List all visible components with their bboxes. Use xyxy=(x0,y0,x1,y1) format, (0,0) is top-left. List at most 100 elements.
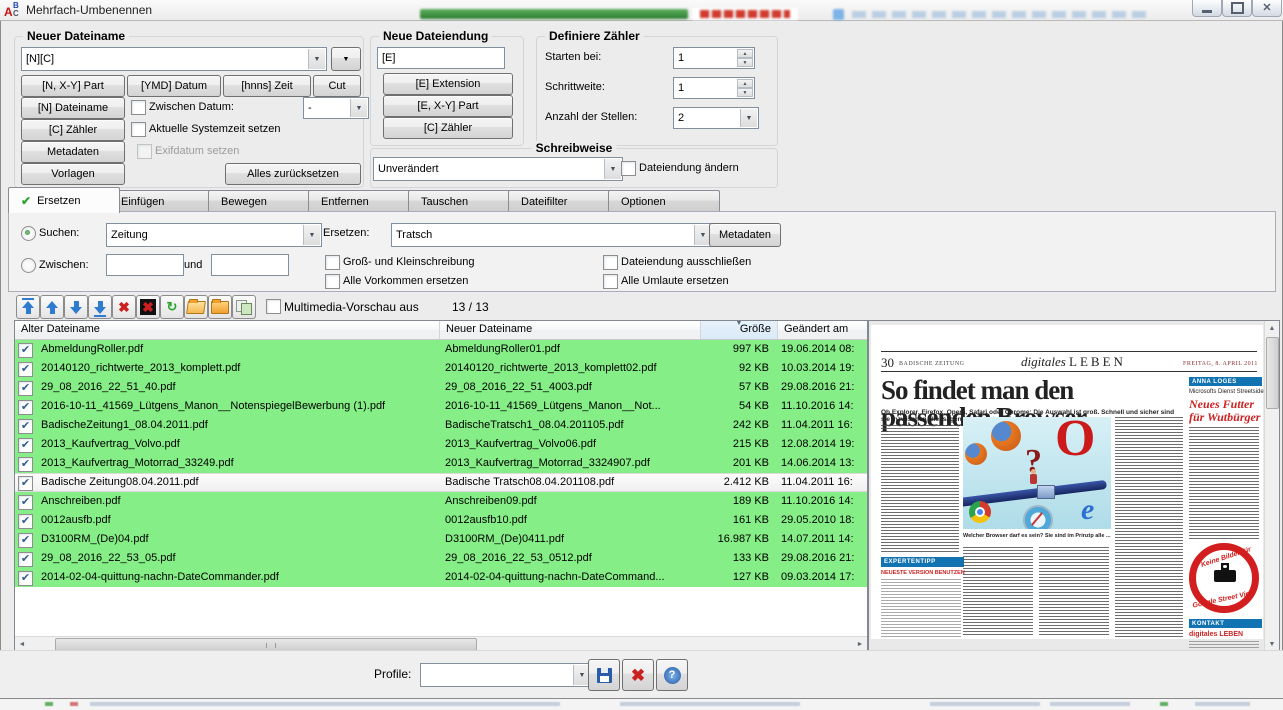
copy-button[interactable] xyxy=(232,295,256,319)
zwischen-bis-input[interactable] xyxy=(211,254,289,276)
extension-part-button[interactable]: [E, X-Y] Part xyxy=(383,95,513,117)
row-checkbox[interactable] xyxy=(18,362,33,377)
step-value-spinner[interactable]: 1▲▼ xyxy=(673,77,755,99)
schreibweise-combobox[interactable]: Unverändert▼ xyxy=(373,157,623,181)
scroll-left-icon[interactable]: ◄ xyxy=(15,637,29,651)
extension-zaehler-button[interactable]: [C] Zähler xyxy=(383,117,513,139)
remove-button[interactable]: ✖ xyxy=(112,295,136,319)
tab-dateifilter[interactable]: Dateifilter xyxy=(508,190,620,212)
zwischen-radio[interactable] xyxy=(21,258,36,273)
chevron-down-icon[interactable]: ▼ xyxy=(303,225,320,245)
zaehler-button[interactable]: [C] Zähler xyxy=(21,119,125,141)
zeit-button[interactable]: [hnns] Zeit xyxy=(223,75,311,97)
table-row[interactable]: 2014-02-04-quittung-nachn-DateCommander.… xyxy=(15,568,867,587)
close-button[interactable]: ✕ xyxy=(1252,0,1282,17)
row-checkbox[interactable] xyxy=(18,457,33,472)
row-checkbox[interactable] xyxy=(18,533,33,548)
row-checkbox[interactable] xyxy=(18,438,33,453)
table-row[interactable]: 2013_Kaufvertrag_Volvo.pdf 2013_Kaufvert… xyxy=(15,435,867,454)
extension-pattern-input[interactable]: [E] xyxy=(377,47,505,69)
move-up-button[interactable] xyxy=(40,295,64,319)
date-separator-combobox[interactable]: -▼ xyxy=(303,97,369,119)
digits-combobox[interactable]: 2▼ xyxy=(673,107,759,129)
tab-ersetzen[interactable]: ✔Ersetzen xyxy=(8,187,120,213)
remove-all-button[interactable]: ✖ xyxy=(136,295,160,319)
delete-profile-button[interactable]: ✖ xyxy=(622,659,654,691)
column-header-geaendert-am[interactable]: Geändert am xyxy=(778,321,867,339)
row-checkbox[interactable] xyxy=(18,495,33,510)
table-row[interactable]: 29_08_2016_22_51_40.pdf 29_08_2016_22_51… xyxy=(15,378,867,397)
dateiname-button[interactable]: [N] Dateiname xyxy=(21,97,125,119)
zwischen-datum-checkbox[interactable] xyxy=(131,100,146,115)
chevron-down-icon[interactable]: ▼ xyxy=(740,109,757,127)
spin-up-icon[interactable]: ▲ xyxy=(737,79,753,88)
vorlagen-button[interactable]: Vorlagen xyxy=(21,163,125,185)
chevron-down-icon[interactable]: ▼ xyxy=(350,99,367,117)
dateiendung-ausschliessen-checkbox[interactable] xyxy=(603,255,618,270)
suchen-radio[interactable] xyxy=(21,226,36,241)
table-row[interactable]: 2016-10-11_41569_Lütgens_Manon__Notenspi… xyxy=(15,397,867,416)
save-profile-button[interactable] xyxy=(588,659,620,691)
table-row[interactable]: Anschreiben.pdf Anschreiben09.pdf 189 KB… xyxy=(15,492,867,511)
part-button[interactable]: [N, X-Y] Part xyxy=(21,75,125,97)
help-button[interactable]: ? xyxy=(656,659,688,691)
refresh-button[interactable]: ↻ xyxy=(160,295,184,319)
table-horizontal-scrollbar[interactable]: ◄ ► xyxy=(15,636,867,651)
column-header-groesse[interactable]: ▼Größe xyxy=(701,321,778,339)
tab-bewegen[interactable]: Bewegen xyxy=(208,190,320,212)
table-row[interactable]: BadischeZeitung1_08.04.2011.pdf Badische… xyxy=(15,416,867,435)
row-checkbox[interactable] xyxy=(18,571,33,586)
gross-klein-checkbox[interactable] xyxy=(325,255,340,270)
suchen-combobox[interactable]: Zeitung▼ xyxy=(106,223,322,247)
row-checkbox[interactable] xyxy=(18,476,33,491)
start-value-spinner[interactable]: 1▲▼ xyxy=(673,47,755,69)
datum-button[interactable]: [YMD] Datum xyxy=(127,75,221,97)
systemzeit-checkbox[interactable] xyxy=(131,122,146,137)
scrollbar-thumb[interactable] xyxy=(1266,337,1279,409)
table-row[interactable]: D3100RM_(De)04.pdf D3100RM_(De)0411.pdf … xyxy=(15,530,867,549)
column-header-neuer-dateiname[interactable]: Neuer Dateiname xyxy=(440,321,701,339)
row-checkbox[interactable] xyxy=(18,419,33,434)
cut-button[interactable]: Cut xyxy=(313,75,361,97)
table-row[interactable]: 20140120_richtwerte_2013_komplett.pdf 20… xyxy=(15,359,867,378)
chevron-down-icon[interactable]: ▼ xyxy=(308,49,325,69)
row-checkbox[interactable] xyxy=(18,514,33,529)
alle-umlaute-checkbox[interactable] xyxy=(603,274,618,289)
spinner-arrows[interactable]: ▲▼ xyxy=(737,79,753,97)
tab-einfuegen[interactable]: Einfügen xyxy=(108,190,220,212)
alle-vorkommen-checkbox[interactable] xyxy=(325,274,340,289)
profile-combobox[interactable]: ▼ xyxy=(420,663,592,687)
alles-zuruecksetzen-button[interactable]: Alles zurücksetzen xyxy=(225,163,361,185)
add-folder-button[interactable] xyxy=(208,295,232,319)
table-row[interactable]: AbmeldungRoller.pdf AbmeldungRoller01.pd… xyxy=(15,340,867,359)
open-folder-button[interactable] xyxy=(184,295,208,319)
pattern-menu-button[interactable]: ▼ xyxy=(331,47,361,71)
metadaten-button[interactable]: Metadaten xyxy=(21,141,125,163)
maximize-button[interactable] xyxy=(1222,0,1252,17)
ersetzen-combobox[interactable]: Tratsch▼ xyxy=(391,223,713,247)
move-bottom-button[interactable] xyxy=(88,295,112,319)
table-row[interactable]: 0012ausfb.pdf 0012ausfb10.pdf 161 KB 29.… xyxy=(15,511,867,530)
spin-up-icon[interactable]: ▲ xyxy=(737,49,753,58)
move-top-button[interactable] xyxy=(16,295,40,319)
table-row[interactable]: 2013_Kaufvertrag_Motorrad_33249.pdf 2013… xyxy=(15,454,867,473)
filename-pattern-combobox[interactable]: [N][C]▼ xyxy=(21,47,327,71)
move-down-button[interactable] xyxy=(64,295,88,319)
row-checkbox[interactable] xyxy=(18,400,33,415)
scroll-right-icon[interactable]: ► xyxy=(853,637,867,651)
spin-down-icon[interactable]: ▼ xyxy=(737,88,753,97)
scroll-down-icon[interactable]: ▼ xyxy=(1265,637,1279,651)
minimize-button[interactable] xyxy=(1192,0,1222,17)
row-checkbox[interactable] xyxy=(18,343,33,358)
dateiendung-aendern-checkbox[interactable] xyxy=(621,161,636,176)
chevron-down-icon[interactable]: ▼ xyxy=(604,159,621,179)
tab-entfernen[interactable]: Entfernen xyxy=(308,190,420,212)
spin-down-icon[interactable]: ▼ xyxy=(737,58,753,67)
table-row[interactable]: Badische Zeitung08.04.2011.pdf Badische … xyxy=(15,473,867,492)
row-checkbox[interactable] xyxy=(18,552,33,567)
extension-button[interactable]: [E] Extension xyxy=(383,73,513,95)
table-row[interactable]: 29_08_2016_22_53_05.pdf 29_08_2016_22_53… xyxy=(15,549,867,568)
zwischen-von-input[interactable] xyxy=(106,254,184,276)
spinner-arrows[interactable]: ▲▼ xyxy=(737,49,753,67)
scroll-up-icon[interactable]: ▲ xyxy=(1265,321,1279,335)
